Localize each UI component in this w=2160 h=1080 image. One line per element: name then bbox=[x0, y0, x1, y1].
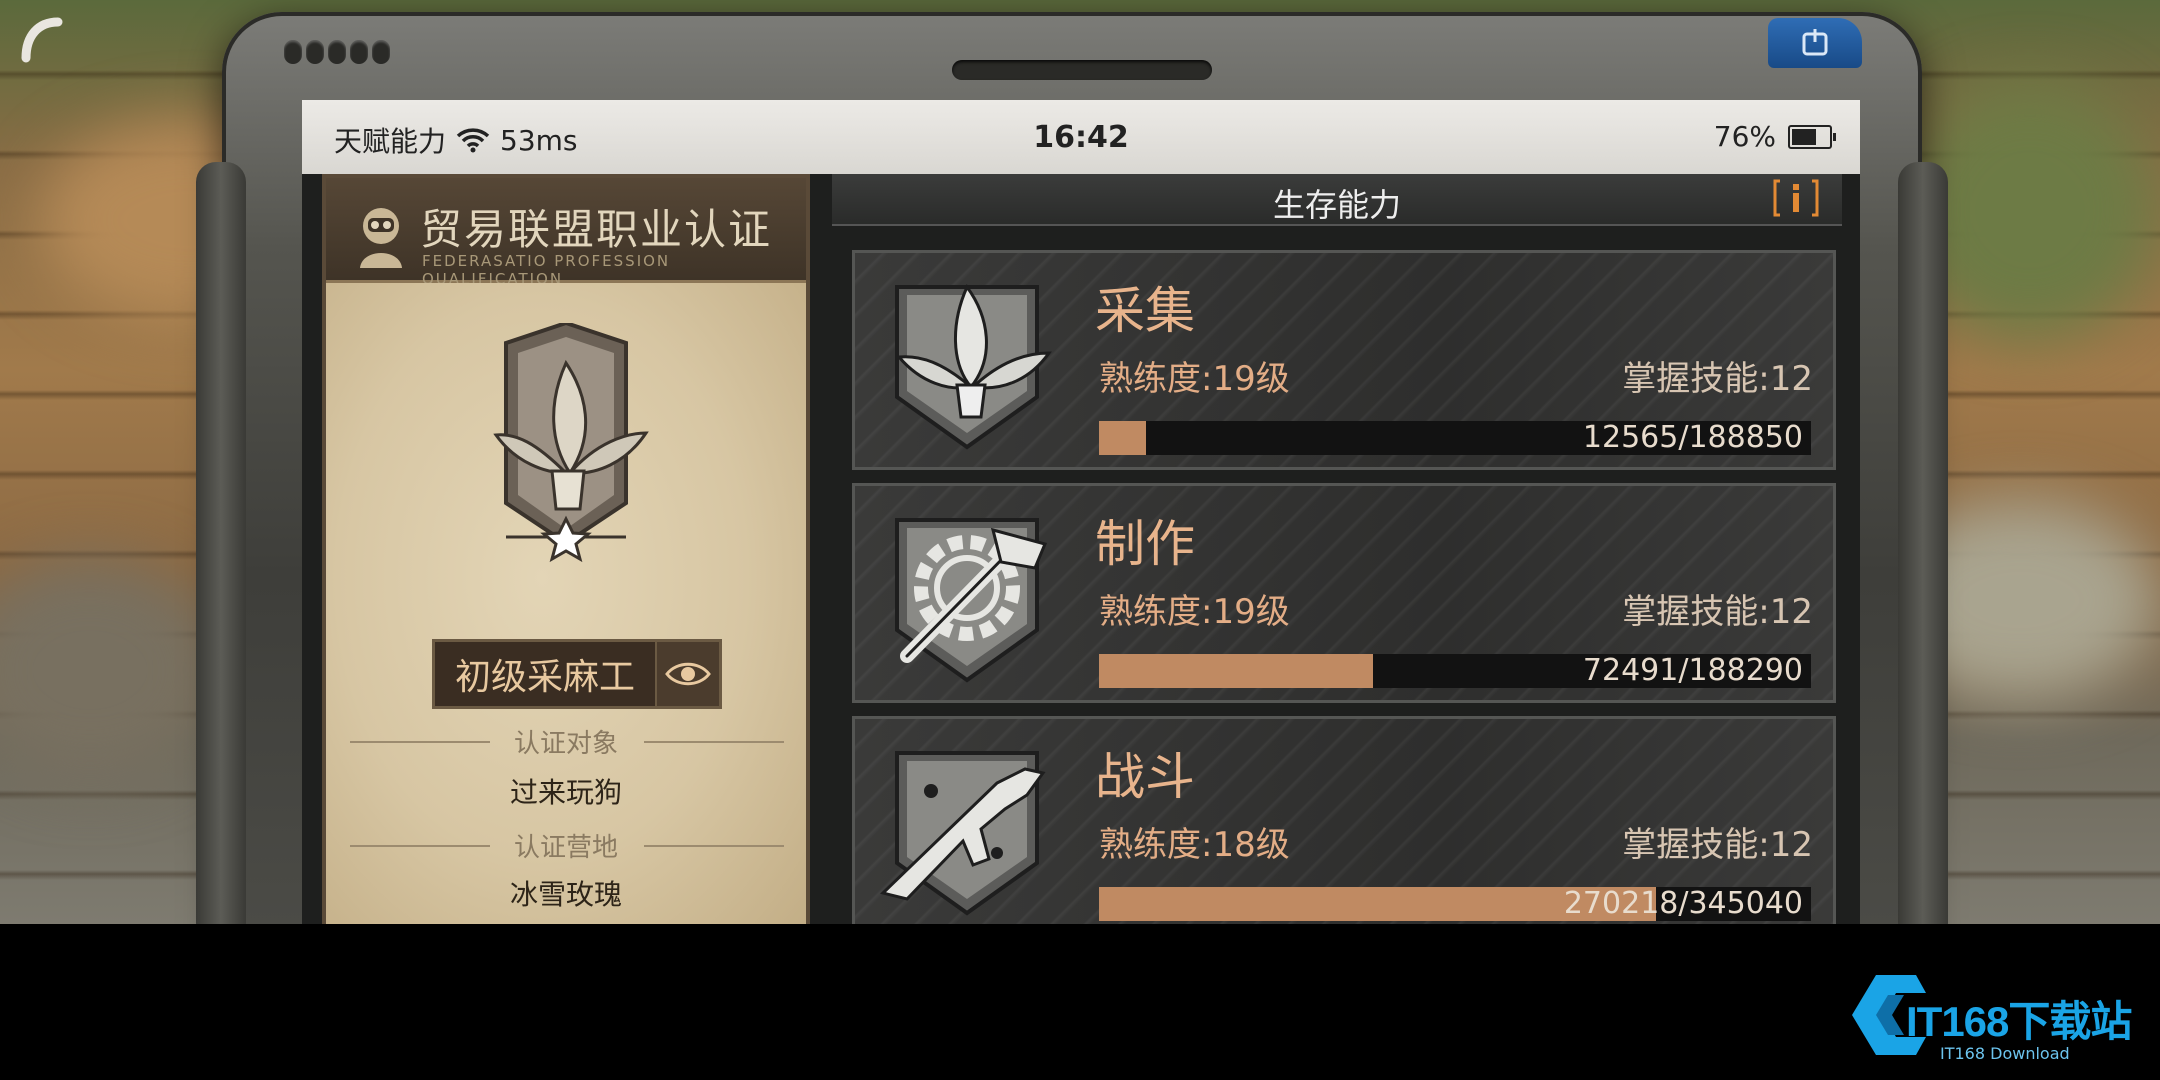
cert-target-label: 认证对象 bbox=[513, 729, 618, 759]
game-background: 天赋能力 53ms 16:42 76% 贸易联盟职业认证 FEDERASATIO… bbox=[0, 0, 2160, 924]
progress-bar: 270218/345040 bbox=[1099, 887, 1811, 921]
skill-card-crafting[interactable]: 制作 熟练度:19级 掌握技能:12 72491/188290 bbox=[852, 483, 1836, 703]
battery-percent: 76% bbox=[1713, 120, 1776, 153]
skill-proficiency: 熟练度:19级 bbox=[1099, 592, 1290, 632]
skill-name: 战斗 bbox=[1095, 748, 1195, 806]
progress-fill bbox=[1099, 421, 1147, 455]
mascot-logo-icon bbox=[360, 208, 402, 268]
watermark-brand: IT168下载站 bbox=[1906, 998, 2132, 1045]
skill-name: 制作 bbox=[1095, 515, 1195, 573]
view-button[interactable] bbox=[655, 642, 719, 706]
certificate-header: 贸易联盟职业认证 FEDERASATIO PROFESSION QUALIFIC… bbox=[326, 178, 806, 288]
progress-text: 270218/345040 bbox=[1563, 886, 1803, 921]
battery-icon bbox=[1788, 124, 1836, 149]
skill-card-combat[interactable]: 战斗 熟练度:18级 掌握技能:12 270218/345040 bbox=[852, 716, 1836, 924]
skill-name: 采集 bbox=[1095, 282, 1195, 340]
back-icon[interactable] bbox=[14, 14, 70, 70]
info-icon bbox=[1773, 179, 1819, 217]
rank-title: 初级采麻工 bbox=[454, 657, 635, 698]
gear-hammer-icon bbox=[895, 518, 1048, 683]
progress-fill bbox=[1099, 654, 1374, 688]
certificate-card: 贸易联盟职业认证 FEDERASATIO PROFESSION QUALIFIC… bbox=[322, 174, 810, 924]
skill-proficiency: 熟练度:18级 bbox=[1099, 825, 1290, 865]
progress-bar: 72491/188290 bbox=[1099, 654, 1811, 688]
cert-target-value: 过来玩狗 bbox=[509, 776, 622, 809]
certificate-title: 贸易联盟职业认证 bbox=[420, 205, 773, 254]
clock: 16:42 bbox=[1033, 120, 1129, 155]
skill-proficiency: 熟练度:19级 bbox=[1099, 359, 1290, 399]
gathering-badge-icon bbox=[493, 323, 649, 563]
rank-title-box[interactable]: 初级采麻工 bbox=[432, 639, 722, 709]
power-icon bbox=[1802, 29, 1828, 56]
progress-bar: 12565/188850 bbox=[1099, 421, 1811, 455]
panel-header: 生存能力 bbox=[832, 174, 1842, 226]
power-button[interactable] bbox=[1768, 18, 1862, 68]
device-screen: 天赋能力 53ms 16:42 76% 贸易联盟职业认证 FEDERASATIO… bbox=[302, 100, 1860, 924]
status-bar: 天赋能力 53ms 16:42 76% bbox=[302, 100, 1860, 174]
certificate-body: 初级采麻工 认证对象 过来玩狗 认证营地 冰雪玫瑰 bbox=[326, 283, 806, 924]
progress-text: 72491/188290 bbox=[1582, 653, 1803, 688]
skill-card-gathering[interactable]: 采集 熟练度:19级 掌握技能:12 12565/188850 bbox=[852, 250, 1836, 470]
panel-title: 生存能力 bbox=[1272, 186, 1401, 224]
leaf-bundle-icon bbox=[895, 284, 1052, 450]
cert-camp-value: 冰雪玫瑰 bbox=[509, 878, 622, 911]
eye-icon bbox=[665, 662, 711, 686]
submachine-gun-icon bbox=[880, 751, 1046, 916]
watermark-subtitle: IT168 Download bbox=[1940, 1044, 2070, 1063]
progress-text: 12565/188850 bbox=[1582, 420, 1803, 455]
cert-camp-label: 认证营地 bbox=[513, 833, 618, 863]
skill-count: 掌握技能:12 bbox=[1622, 825, 1813, 865]
skill-count: 掌握技能:12 bbox=[1622, 359, 1813, 399]
info-button[interactable] bbox=[1772, 178, 1820, 218]
skill-count: 掌握技能:12 bbox=[1622, 592, 1813, 632]
